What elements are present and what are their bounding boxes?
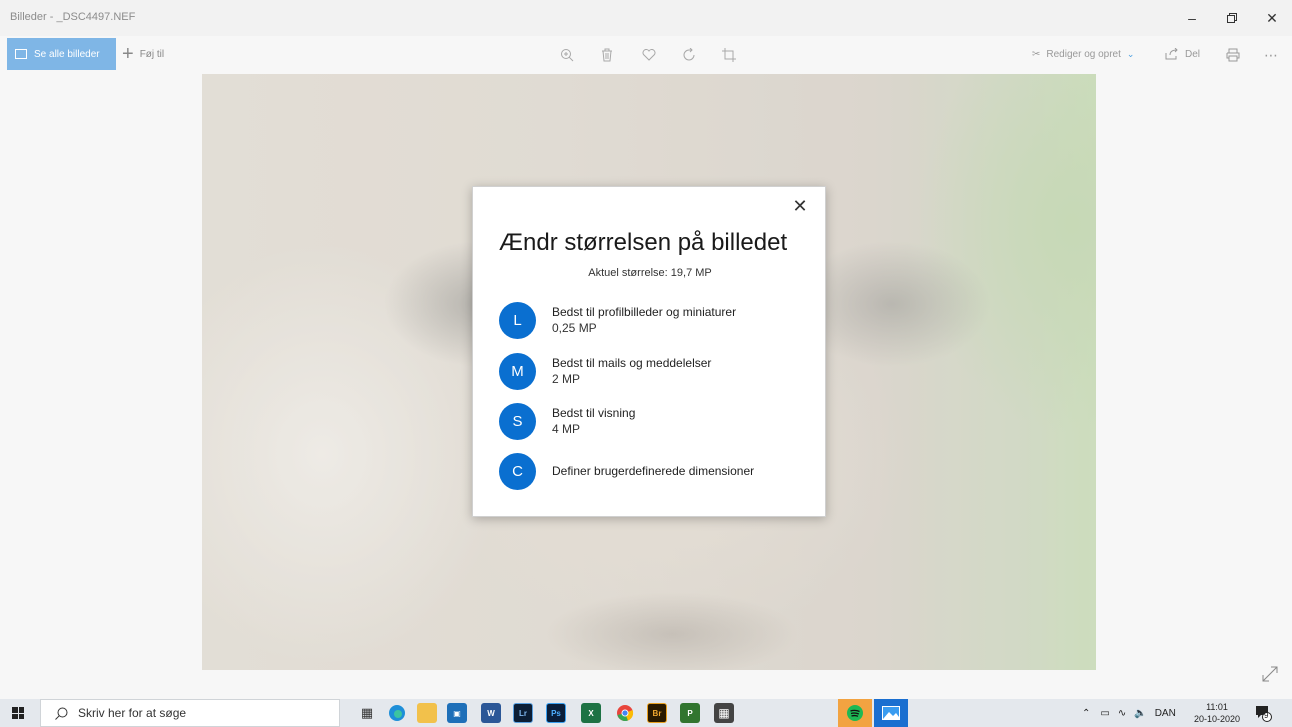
edge-icon[interactable] <box>387 703 407 723</box>
show-hidden-icons-icon[interactable]: ⌃ <box>1082 708 1090 719</box>
battery-icon[interactable]: ▭ <box>1100 708 1109 719</box>
project-icon[interactable]: P <box>680 703 700 723</box>
option-label: Bedst til profilbilleder og miniaturer <box>552 305 737 319</box>
photos-icon[interactable] <box>874 699 908 727</box>
system-tray: ⌃ ▭ ∿ 🔈 DAN <box>1082 699 1176 727</box>
window-title: Billeder - _DSC4497.NEF <box>10 11 136 23</box>
bridge-icon[interactable]: Br <box>647 703 667 723</box>
close-icon[interactable]: ✕ <box>1252 0 1292 36</box>
chevron-down-icon: ⌄ <box>1126 48 1135 59</box>
chrome-icon[interactable] <box>615 703 635 723</box>
add-to-label: Føj til <box>139 48 165 60</box>
expand-icon[interactable] <box>1262 666 1282 686</box>
option-size: 4 MP <box>552 422 581 436</box>
share-icon <box>1165 48 1178 60</box>
picture-icon <box>15 49 27 59</box>
resize-dialog: ✕ Ændr størrelsen på billedet Aktuel stø… <box>472 186 826 517</box>
calculator-icon[interactable]: ▦ <box>714 703 734 723</box>
lightroom-icon[interactable]: Lr <box>513 703 533 723</box>
toolbar: Se alle billeder + Føj til ✂ Rediger og … <box>0 36 1292 74</box>
option-badge: L <box>499 301 536 339</box>
more-options-icon[interactable]: ⋯ <box>1260 44 1282 66</box>
print-icon[interactable] <box>1222 44 1244 66</box>
excel-icon[interactable]: X <box>581 703 601 723</box>
start-button[interactable] <box>0 699 36 727</box>
option-label: Definer brugerdefinerede dimensioner <box>552 464 755 478</box>
crop-icon[interactable] <box>718 44 740 66</box>
current-size-label: Aktuel størrelse: 19,7 MP <box>588 267 712 279</box>
edit-create-icon: ✂ <box>1032 48 1041 60</box>
minimize-icon[interactable]: – <box>1172 0 1212 36</box>
file-explorer-icon[interactable] <box>417 703 437 723</box>
clock-date: 20-10-2020 <box>1193 714 1241 724</box>
taskbar-search[interactable]: Skriv her for at søge <box>40 699 340 727</box>
word-icon[interactable]: W <box>481 703 501 723</box>
option-label: Bedst til mails og meddelelser <box>552 356 712 370</box>
resize-option-custom[interactable]: C Definer brugerdefinerede dimensioner <box>499 450 809 492</box>
option-size: 2 MP <box>552 372 581 386</box>
notification-count: 9 <box>1264 711 1269 720</box>
volume-icon[interactable]: 🔈 <box>1134 708 1146 719</box>
option-label: Bedst til visning <box>552 406 636 420</box>
task-view-icon[interactable]: ▦ <box>357 703 377 723</box>
clock[interactable]: 11:01 20-10-2020 <box>1193 701 1241 725</box>
dialog-close-icon[interactable]: ✕ <box>789 195 811 217</box>
option-badge: M <box>499 352 536 390</box>
resize-option-m[interactable]: M Bedst til mails og meddelelser 2 MP <box>499 350 809 392</box>
share-button[interactable]: Del <box>1165 38 1200 70</box>
dialog-title: Ændr størrelsen på billedet <box>499 229 788 256</box>
title-bar: Billeder - _DSC4497.NEF – ✕ <box>0 0 1292 36</box>
edit-create-button[interactable]: ✂ Rediger og opret ⌄ <box>1032 38 1134 70</box>
favorite-heart-icon[interactable] <box>638 44 660 66</box>
photoshop-icon[interactable]: Ps <box>546 703 566 723</box>
resize-option-s[interactable]: S Bedst til visning 4 MP <box>499 400 809 442</box>
option-badge: S <box>499 402 536 440</box>
clock-time: 11:01 <box>1206 702 1228 712</box>
edit-create-label: Rediger og opret <box>1046 48 1121 60</box>
wifi-icon[interactable]: ∿ <box>1118 708 1126 719</box>
zoom-in-icon[interactable] <box>556 44 578 66</box>
add-to-button[interactable]: + Føj til <box>122 38 164 70</box>
windows-icon <box>12 707 24 719</box>
see-all-photos-button[interactable]: Se alle billeder <box>7 38 116 70</box>
search-icon <box>55 707 68 720</box>
share-label: Del <box>1185 48 1201 60</box>
language-indicator[interactable]: DAN <box>1155 708 1176 719</box>
maximize-icon[interactable] <box>1212 0 1252 36</box>
taskbar: Skriv her for at søge ▦ ▣ W Lr Ps X Br P… <box>0 699 1292 727</box>
search-placeholder: Skriv her for at søge <box>78 706 187 720</box>
option-size: 0,25 MP <box>552 321 597 335</box>
plus-icon: + <box>122 43 134 65</box>
option-badge: C <box>499 452 536 490</box>
see-all-label: Se alle billeder <box>34 48 100 60</box>
delete-icon[interactable] <box>596 44 618 66</box>
rotate-icon[interactable] <box>678 44 700 66</box>
resize-option-l[interactable]: L Bedst til profilbilleder og miniaturer… <box>499 299 809 341</box>
store-icon[interactable]: ▣ <box>447 703 467 723</box>
notification-center-icon[interactable]: 9 <box>1254 704 1272 722</box>
spotify-icon[interactable] <box>838 699 872 727</box>
